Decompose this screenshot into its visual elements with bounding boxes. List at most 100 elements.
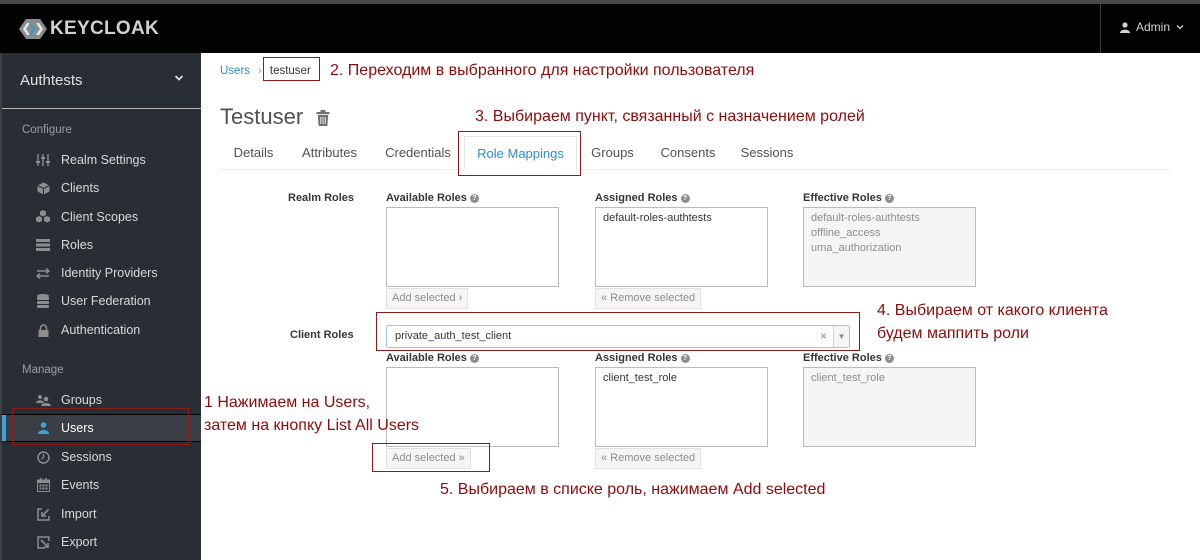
brand-logo[interactable]: KEYCLOAK [18, 18, 159, 40]
sidebar-item-import[interactable]: Import [2, 500, 201, 528]
role-option: default-roles-authtests [811, 212, 920, 224]
section-title-manage: Manage [22, 364, 64, 376]
tab-bar: Details Attributes Credentials Role Mapp… [220, 136, 1170, 170]
client-remove-selected-button[interactable]: « Remove selected [595, 448, 702, 469]
database-icon [35, 293, 51, 309]
realm-effective-roles-list: default-roles-authtests offline_accessuma… [803, 207, 976, 287]
help-icon[interactable]: ? [884, 353, 894, 363]
top-navbar: KEYCLOAK Admin [0, 4, 1200, 53]
sidebar-item-identity-providers[interactable]: Identity Providers [2, 259, 201, 287]
breadcrumb-users-link[interactable]: Users [220, 65, 250, 77]
sidebar-item-label: Groups [61, 393, 102, 407]
sidebar-item-label: Sessions [61, 450, 112, 464]
column-label-text: Available Roles [386, 352, 467, 364]
sidebar-item-sessions[interactable]: Sessions [2, 443, 201, 471]
import-icon [35, 506, 51, 522]
realm-available-roles-list[interactable] [386, 207, 559, 287]
exchange-icon [35, 265, 51, 281]
sidebar-item-export[interactable]: Export [2, 528, 201, 556]
annotation-box-add-selected [372, 443, 490, 472]
sidebar-item-label: Realm Settings [61, 153, 146, 167]
client-available-roles-label: Available Roles ? [386, 352, 479, 364]
realm-name: Authtests [20, 72, 83, 89]
annotation-box-breadcrumb [263, 57, 320, 81]
sidebar-item-clients[interactable]: Clients [2, 174, 201, 202]
annotation-step-1-line-1: 1 Нажимаем на Users, [204, 394, 371, 412]
client-available-roles-list[interactable] [386, 367, 559, 447]
section-title-configure: Configure [22, 124, 72, 136]
client-effective-roles-list: client_test_role [803, 367, 976, 447]
annotation-box-client-select [376, 312, 860, 351]
keycloak-logo-icon [19, 19, 47, 39]
annotation-step-4-line-2: будем маппить роли [877, 325, 1029, 342]
sidebar-item-realm-settings[interactable]: Realm Settings [2, 146, 201, 174]
user-menu[interactable]: Admin [1120, 20, 1184, 34]
annotation-step-1-line-2: затем на кнопку List All Users [204, 417, 420, 434]
calendar-icon [35, 477, 51, 493]
sidebar-item-label: User Federation [61, 294, 151, 308]
tab-details[interactable]: Details [220, 136, 287, 170]
user-icon [1120, 21, 1130, 33]
column-label-text: Effective Roles [803, 192, 882, 204]
annotation-box-role-mappings-tab [458, 131, 581, 176]
tab-attributes[interactable]: Attributes [287, 136, 372, 170]
chevron-down-icon [1176, 25, 1184, 30]
sidebar-item-label: Authentication [61, 323, 141, 337]
role-option: uma_authorization [811, 242, 902, 254]
sliders-icon [35, 152, 51, 168]
lock-icon [35, 322, 51, 338]
chevron-down-icon [174, 75, 184, 81]
help-icon[interactable]: ? [469, 353, 479, 363]
navbar-divider [1100, 4, 1101, 53]
annotation-step-3: 3. Выбираем пункт, связанный с назначени… [475, 108, 865, 125]
breadcrumb-separator: › [258, 65, 262, 77]
column-label-text: Assigned Roles [595, 192, 678, 204]
realm-assigned-roles-list[interactable]: default-roles-authtests [595, 207, 768, 287]
annotation-step-5: 5. Выбираем в списке роль, нажимаем Add … [440, 481, 826, 498]
realm-roles-label: Realm Roles [288, 192, 355, 204]
annotation-step-2: 2. Переходим в выбранного для настройки … [330, 62, 755, 79]
role-option[interactable]: client_test_role [603, 371, 760, 386]
page-title: Testuser [220, 104, 304, 129]
client-roles-label: Client Roles [290, 329, 354, 341]
sidebar-item-user-federation[interactable]: User Federation [2, 287, 201, 315]
sidebar-item-label: Export [61, 535, 98, 549]
realm-add-selected-button[interactable]: Add selected › [386, 288, 469, 309]
sidebar-item-client-scopes[interactable]: Client Scopes [2, 203, 201, 231]
sidebar-item-label: Clients [61, 181, 100, 195]
role-option: client_test_role [811, 372, 885, 384]
sidebar-item-label: Identity Providers [61, 266, 158, 280]
tab-sessions[interactable]: Sessions [732, 136, 802, 170]
help-icon[interactable]: ? [680, 193, 690, 203]
export-icon [35, 534, 51, 550]
sidebar-item-label: Import [61, 507, 97, 521]
client-assigned-roles-label: Assigned Roles ? [595, 352, 690, 364]
help-icon[interactable]: ? [884, 193, 894, 203]
sidebar-item-label: Roles [61, 238, 93, 252]
annotation-step-4-line-1: 4. Выбираем от какого клиента [877, 302, 1108, 319]
help-icon[interactable]: ? [680, 353, 690, 363]
tab-credentials[interactable]: Credentials [372, 136, 464, 170]
sidebar-item-roles[interactable]: Roles [2, 231, 201, 259]
tab-groups[interactable]: Groups [581, 136, 644, 170]
sidebar-item-authentication[interactable]: Authentication [2, 316, 201, 344]
users-icon [35, 392, 51, 408]
role-option[interactable]: default-roles-authtests [603, 211, 760, 226]
trash-icon[interactable] [316, 110, 330, 126]
client-assigned-roles-list[interactable]: client_test_role [595, 367, 768, 447]
list-icon [35, 237, 51, 253]
client-effective-roles-label: Effective Roles ? [803, 352, 894, 364]
realm-effective-roles-label: Effective Roles ? [803, 192, 894, 204]
realm-remove-selected-button[interactable]: « Remove selected [595, 288, 702, 309]
clock-icon [35, 449, 51, 465]
column-label-text: Available Roles [386, 192, 467, 204]
sidebar-item-label: Client Scopes [61, 210, 139, 224]
sidebar: Authtests Configure Realm Settings Clien… [0, 53, 201, 560]
role-option: offline_access [811, 227, 881, 239]
sidebar-item-events[interactable]: Events [2, 471, 201, 499]
column-label-text: Effective Roles [803, 352, 882, 364]
help-icon[interactable]: ? [469, 193, 479, 203]
realm-assigned-roles-label: Assigned Roles ? [595, 192, 690, 204]
tab-consents[interactable]: Consents [648, 136, 728, 170]
realm-selector[interactable]: Authtests [2, 53, 201, 109]
